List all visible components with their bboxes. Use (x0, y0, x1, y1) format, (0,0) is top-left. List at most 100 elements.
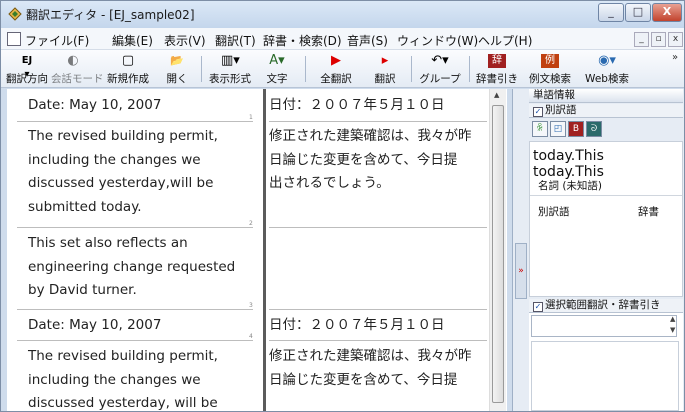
segment-number: 2 (249, 220, 253, 227)
open-button[interactable]: 📂 開く (159, 52, 195, 86)
menu-edit[interactable]: 編集(E) (112, 32, 153, 49)
display-format-button[interactable]: ▥▾ 表示形式 (205, 52, 255, 86)
collapse-panel-button[interactable]: » (515, 243, 527, 299)
toolbar-separator (469, 56, 470, 82)
globe-icon: ◉▾ (598, 53, 616, 68)
word-info-panel: 単語情報 ✓ 別訳語 ꆜ ◰ B ᘐ today.This today.This … (529, 89, 683, 411)
new-file-icon: ▢ (121, 53, 135, 68)
source-segment[interactable]: Date: May 10, 2007 (28, 314, 161, 338)
search-icon[interactable]: ◰ (550, 121, 566, 137)
alt-word-row[interactable]: ✓ 別訳語 (529, 104, 683, 118)
side-panel: » 単語情報 ✓ 別訳語 ꆜ ◰ B ᘐ today.This today.Thi… (512, 89, 684, 411)
menu-bar: ファイル(F) 編集(E) 表示(V) 翻訳(T) 辞書・検索(D) 音声(S)… (1, 28, 684, 50)
register-icon[interactable]: ᘐ (586, 121, 602, 137)
toolbar-separator (201, 56, 202, 82)
title-bar[interactable]: 翻訳エディタ - [EJ_sample02] _ □ X (1, 1, 684, 28)
segment-divider (269, 340, 487, 341)
word-line: today.This (533, 148, 604, 164)
menu-view[interactable]: 表示(V) (164, 32, 206, 49)
target-segment[interactable]: 修正された建築確認は、我々が昨 日論じた変更を含めて、今日提 出されるでしょう。 (269, 125, 472, 196)
translate-icon: ▸ (381, 53, 389, 68)
new-document-button[interactable]: ▢ 新規作成 (102, 52, 154, 86)
spin-down-icon[interactable]: ▼ (670, 326, 675, 334)
selection-translate-header[interactable]: ✓ 選択範囲翻訳・辞書引き (529, 299, 683, 313)
translate-all-button[interactable]: ▶ 全翻訳 (313, 52, 359, 86)
open-folder-icon: 📂 (170, 54, 184, 67)
segment-divider (269, 121, 487, 122)
dictionary-icon[interactable]: B (568, 121, 584, 137)
menu-window[interactable]: ウィンドウ(W) (397, 32, 478, 49)
source-segment[interactable]: This set also reflects an engineering cha… (28, 232, 235, 303)
spin-up-icon[interactable]: ▲ (670, 315, 675, 323)
close-button[interactable]: X (652, 3, 682, 22)
group-icon: ↶▾ (431, 53, 449, 68)
translation-direction-icon: EJ ▾ (21, 55, 33, 80)
jump-icon[interactable]: ꆜ (532, 121, 548, 137)
menu-file[interactable]: ファイル(F) (25, 32, 89, 49)
example-search-icon: 例 (541, 54, 559, 68)
mdi-minimize-button[interactable]: _ (634, 32, 649, 47)
window-title: 翻訳エディタ - [EJ_sample02] (26, 8, 195, 22)
maximize-button[interactable]: □ (625, 3, 651, 22)
translate-button[interactable]: ▸ 翻訳 (367, 52, 403, 86)
source-segment[interactable]: The revised building permit, including th… (28, 125, 218, 219)
segment-divider (17, 340, 253, 341)
font-button[interactable]: A▾ 文字 (259, 52, 295, 86)
translate-all-icon: ▶ (331, 53, 341, 68)
dictionary-lookup-button[interactable]: 辞辞書引き (473, 52, 521, 86)
segment-divider (269, 227, 487, 228)
alt-word-column-header[interactable]: 別訳語 (538, 204, 570, 219)
toolbar-overflow-icon[interactable]: » (672, 52, 678, 63)
toolbar-separator (411, 56, 412, 82)
web-search-button[interactable]: ◉▾ Web検索 (581, 52, 633, 86)
segment-divider (17, 227, 253, 228)
dictionary-column-header[interactable]: 辞書 (638, 204, 659, 219)
editor-scrollbar[interactable]: ▲ (489, 89, 506, 411)
segment-divider (17, 309, 253, 310)
app-window: 翻訳エディタ - [EJ_sample02] _ □ X ファイル(F) 編集(… (0, 0, 685, 412)
dictionary-icon: 辞 (488, 54, 506, 68)
toolbar: EJ ▾ 翻訳方向 ◐ 会話モード ▢ 新規作成 📂 開く ▥▾ 表示形式 A▾ 文字 ▶ 全… (1, 50, 684, 88)
menu-translate[interactable]: 翻訳(T) (215, 32, 256, 49)
source-segment[interactable]: Date: May 10, 2007 (28, 94, 161, 118)
minimize-button[interactable]: _ (598, 3, 624, 22)
divider (530, 195, 682, 196)
document-icon[interactable] (7, 32, 21, 46)
segment-number: 1 (249, 114, 253, 121)
conversation-mode-button[interactable]: ◐ 会話モード (51, 52, 104, 86)
selection-translate-section: ✓ 選択範囲翻訳・辞書引き ▲ ▼ (529, 299, 683, 411)
conversation-icon: ◐ (67, 53, 79, 68)
panel-toolbar: ꆜ ◰ B ᘐ (532, 121, 682, 139)
scrollbar-thumb[interactable] (492, 105, 504, 403)
group-button[interactable]: ↶▾ グループ (415, 52, 465, 86)
mdi-restore-button[interactable]: ▫ (651, 32, 666, 47)
segment-divider (17, 121, 253, 122)
segment-divider (269, 309, 487, 310)
alt-word-checkbox[interactable]: ✓ (533, 107, 543, 117)
source-segment[interactable]: The revised building permit, including th… (28, 345, 218, 411)
font-icon: A▾ (269, 53, 285, 68)
word-info-header: 単語情報 (529, 89, 683, 103)
part-of-speech: 名詞 (未知語) (538, 180, 603, 192)
target-segment[interactable]: 日付：２００７年５月１０日 (269, 314, 445, 338)
app-icon (8, 7, 22, 21)
selection-checkbox[interactable]: ✓ (533, 302, 543, 312)
display-format-icon: ▥▾ (221, 53, 240, 68)
target-segment[interactable]: 修正された建築確認は、我々が昨 日論じた変更を含めて、今日提 (269, 345, 472, 392)
target-segment[interactable]: 日付：２００７年５月１０日 (269, 94, 445, 118)
mdi-close-button[interactable]: x (668, 32, 683, 47)
toolbar-separator (305, 56, 306, 82)
menu-help[interactable]: ヘルプ(H) (478, 32, 532, 49)
menu-dictionary-search[interactable]: 辞書・検索(D) (263, 32, 342, 49)
word-info-box: today.This today.This 名詞 (未知語) 別訳語 辞書 (529, 141, 683, 297)
selection-input[interactable] (531, 315, 677, 337)
selection-result-area[interactable] (531, 341, 679, 411)
column-splitter[interactable] (263, 89, 266, 411)
segment-number: 3 (249, 302, 253, 309)
translation-direction-button[interactable]: EJ ▾ 翻訳方向 (5, 52, 49, 86)
translation-editor[interactable]: Date: May 10, 2007 The revised building … (7, 89, 507, 411)
segment-number: 4 (249, 333, 253, 340)
scroll-up-icon[interactable]: ▲ (494, 91, 499, 99)
example-search-button[interactable]: 例例文検索 (523, 52, 577, 86)
menu-voice[interactable]: 音声(S) (347, 32, 388, 49)
